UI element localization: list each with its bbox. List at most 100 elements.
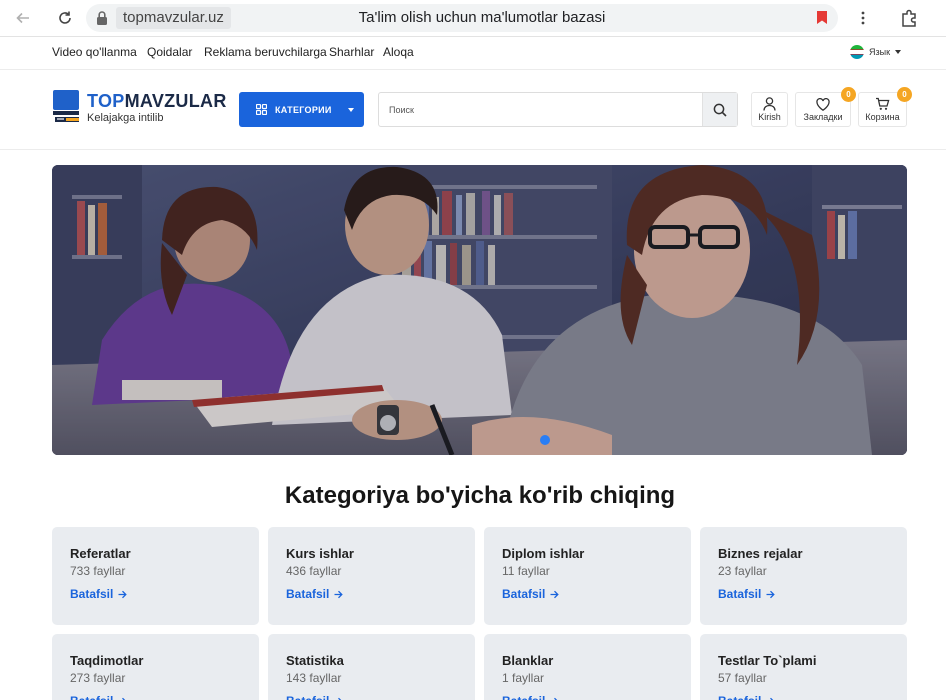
category-name: Referatlar	[70, 546, 131, 561]
cart-button[interactable]: Корзина 0	[858, 87, 912, 127]
site-header: TOPMAVZULAR Kelajakga intilib КАТЕГОРИИ …	[0, 70, 946, 150]
browser-menu-button[interactable]	[852, 7, 874, 29]
logo-text-mavzular: MAVZULAR	[124, 91, 227, 111]
category-details-link[interactable]: Batafsil	[718, 587, 776, 601]
lock-icon	[96, 10, 108, 31]
bookmarks-count-badge: 0	[841, 87, 856, 102]
link-rules[interactable]: Qoidalar	[147, 37, 192, 67]
login-label: Kirish	[758, 112, 781, 122]
slider-dot-active[interactable]	[540, 435, 550, 445]
link-reviews[interactable]: Sharhlar	[329, 37, 374, 67]
language-label: Язык	[869, 47, 891, 57]
address-bar[interactable]: topmavzular.uz Ta'lim olish uchun ma'lum…	[86, 4, 838, 32]
search-icon	[713, 103, 727, 117]
category-name: Blanklar	[502, 653, 554, 668]
extensions-button[interactable]	[898, 6, 922, 30]
arrow-right-icon	[554, 697, 559, 700]
cart-icon	[876, 97, 890, 110]
category-card-statistika[interactable]: Statistika 143 fayllar Batafsil	[268, 634, 475, 700]
logo-text-top: TOP	[87, 91, 125, 111]
categories-button-label: КАТЕГОРИИ	[275, 104, 332, 115]
category-count: 1 fayllar	[502, 671, 545, 685]
category-name: Biznes rejalar	[718, 546, 803, 561]
category-count: 57 fayllar	[718, 671, 767, 685]
site-logo[interactable]: TOPMAVZULAR Kelajakga intilib	[52, 89, 232, 129]
category-count: 11 fayllar	[502, 564, 550, 578]
category-card-testlar-toplami[interactable]: Testlar To`plami 57 fayllar Batafsil	[700, 634, 907, 700]
details-link-label: Batafsil	[286, 587, 330, 601]
arrow-right-icon	[122, 697, 127, 700]
category-card-referatlar[interactable]: Referatlar 733 fayllar Batafsil	[52, 527, 259, 625]
category-card-taqdimotlar[interactable]: Taqdimotlar 273 fayllar Batafsil	[52, 634, 259, 700]
category-name: Taqdimotlar	[70, 653, 144, 668]
bookmark-icon[interactable]	[816, 10, 828, 30]
category-details-link[interactable]: Batafsil	[502, 694, 559, 700]
reload-icon	[59, 11, 71, 24]
category-count: 733 fayllar	[70, 564, 126, 578]
category-count: 23 fayllar	[718, 564, 767, 578]
details-link-label: Batafsil	[502, 694, 545, 700]
category-details-link[interactable]: Batafsil	[70, 587, 128, 601]
heart-icon	[816, 97, 830, 111]
category-details-link[interactable]: Batafsil	[70, 694, 127, 700]
arrow-right-icon	[766, 590, 776, 598]
hero-banner	[52, 165, 907, 455]
cart-label: Корзина	[865, 112, 900, 122]
arrow-right-icon	[118, 590, 128, 598]
category-details-link[interactable]: Batafsil	[718, 694, 775, 700]
link-video-guide[interactable]: Video qo'llanma	[52, 37, 137, 67]
category-name: Statistika	[286, 653, 344, 668]
caret-down-icon	[347, 107, 354, 112]
link-advertisers[interactable]: Reklama beruvchilarga	[204, 37, 327, 67]
categories-section-title: Kategoriya bo'yicha ko'rib chiqing	[284, 482, 676, 509]
details-link-label: Batafsil	[502, 587, 546, 601]
details-link-label: Batafsil	[70, 694, 113, 700]
arrow-right-icon	[338, 697, 343, 700]
language-switcher[interactable]: Язык	[850, 43, 902, 61]
logo-text: TOPMAVZULAR	[87, 91, 227, 112]
details-link-label: Batafsil	[70, 587, 114, 601]
arrow-right-icon	[770, 697, 775, 700]
category-details-link[interactable]: Batafsil	[286, 694, 343, 700]
caret-down-icon	[895, 50, 902, 54]
category-card-kurs-ishlar[interactable]: Kurs ishlar 436 fayllar Batafsil	[268, 527, 475, 625]
category-count: 436 fayllar	[286, 564, 342, 578]
category-details-link[interactable]: Batafsil	[286, 587, 344, 601]
extension-icon	[902, 9, 916, 27]
category-details-link[interactable]: Batafsil	[502, 587, 560, 601]
bookmarks-label: Закладки	[803, 111, 843, 122]
arrow-right-icon	[334, 590, 344, 598]
search-input[interactable]	[379, 93, 703, 126]
logo-tagline: Kelajakga intilib	[87, 112, 164, 124]
kebab-menu-icon	[861, 11, 865, 25]
category-card-diplom-ishlar[interactable]: Diplom ishlar 11 fayllar Batafsil	[484, 527, 691, 625]
category-card-blanklar[interactable]: Blanklar 1 fayllar Batafsil	[484, 634, 691, 700]
browser-toolbar: topmavzular.uz Ta'lim olish uchun ma'lum…	[0, 0, 946, 37]
category-name: Testlar To`plami	[718, 653, 817, 668]
url-text[interactable]: topmavzular.uz	[116, 7, 231, 29]
search-button[interactable]	[702, 93, 737, 126]
grid-icon	[256, 104, 267, 115]
link-contact[interactable]: Aloqa	[383, 37, 414, 67]
category-card-biznes-rejalar[interactable]: Biznes rejalar 23 fayllar Batafsil	[700, 527, 907, 625]
details-link-label: Batafsil	[286, 694, 329, 700]
login-button[interactable]: Kirish	[751, 92, 788, 127]
category-count: 273 fayllar	[70, 671, 126, 685]
cart-count-badge: 0	[897, 87, 912, 102]
back-button[interactable]	[10, 6, 36, 30]
reload-button[interactable]	[52, 6, 78, 30]
page-title-text: Ta'lim olish uchun ma'lumotlar bazasi	[358, 9, 606, 26]
category-count: 143 fayllar	[286, 671, 342, 685]
category-name: Diplom ishlar	[502, 546, 585, 561]
categories-button[interactable]: КАТЕГОРИИ	[239, 92, 364, 127]
bookmarks-button[interactable]: Закладки 0	[795, 87, 856, 127]
details-link-label: Batafsil	[718, 694, 761, 700]
top-links-bar: Video qo'llanma Qoidalar Reklama beruvch…	[0, 37, 946, 70]
hero-students-illustration	[52, 165, 907, 455]
details-link-label: Batafsil	[718, 587, 762, 601]
logo-laptop-icon	[53, 90, 79, 122]
search-box	[378, 92, 738, 127]
category-name: Kurs ishlar	[286, 546, 354, 561]
user-icon	[763, 97, 776, 111]
arrow-left-icon	[16, 12, 29, 24]
